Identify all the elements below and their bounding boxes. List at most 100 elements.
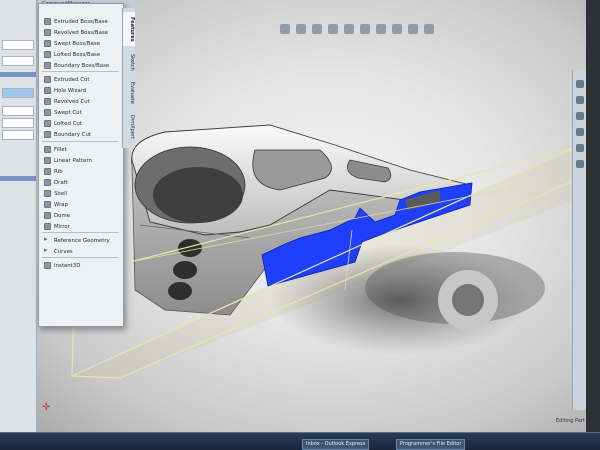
menu-item[interactable]: Linear Pattern bbox=[44, 156, 92, 165]
scene-icon[interactable] bbox=[408, 24, 418, 34]
feature-icon bbox=[44, 29, 51, 36]
monitor-bezel bbox=[586, 0, 600, 450]
tab-dimxpert[interactable]: DimXpert bbox=[123, 110, 135, 144]
hide-show-icon[interactable] bbox=[376, 24, 386, 34]
menu-item-label: Reference Geometry bbox=[54, 237, 110, 244]
menu-item-label: Linear Pattern bbox=[54, 157, 92, 164]
property-field[interactable] bbox=[2, 130, 34, 140]
property-field[interactable] bbox=[2, 40, 34, 50]
menu-item[interactable]: Curves bbox=[44, 246, 73, 256]
menu-item-label: Rib bbox=[54, 168, 63, 175]
bolt-hole bbox=[173, 261, 197, 279]
feature-icon bbox=[44, 168, 51, 175]
menu-item-label: Instant3D bbox=[54, 262, 81, 269]
display-style-icon[interactable] bbox=[360, 24, 370, 34]
feature-icon bbox=[44, 18, 51, 25]
tab-features[interactable]: Features bbox=[123, 12, 135, 46]
menu-item[interactable]: Extruded Boss/Base bbox=[44, 17, 108, 26]
menu-divider bbox=[42, 257, 118, 258]
menu-item[interactable]: Dome bbox=[44, 211, 70, 220]
feature-icon bbox=[44, 262, 51, 269]
feature-icon bbox=[44, 201, 51, 208]
home-icon[interactable] bbox=[576, 80, 584, 88]
feature-icon bbox=[44, 40, 51, 47]
view-palette-icon[interactable] bbox=[576, 128, 584, 136]
tab-evaluate[interactable]: Evaluate bbox=[123, 78, 135, 108]
menu-item-label: Lofted Boss/Base bbox=[54, 51, 101, 58]
menu-item[interactable]: Lofted Boss/Base bbox=[44, 50, 100, 59]
menu-item[interactable]: Boundary Cut bbox=[44, 130, 91, 139]
menu-item-label: Revolved Cut bbox=[54, 98, 90, 105]
menu-item[interactable]: Revolved Boss/Base bbox=[44, 28, 108, 37]
menu-item-label: Mirror bbox=[54, 223, 70, 230]
zoom-fit-icon[interactable] bbox=[280, 24, 290, 34]
windows-taskbar bbox=[0, 432, 600, 450]
menu-item[interactable]: Revolved Cut bbox=[44, 97, 90, 106]
feature-icon bbox=[44, 190, 51, 197]
menu-item-label: Revolved Boss/Base bbox=[54, 29, 109, 36]
menu-item[interactable]: Shell bbox=[44, 189, 67, 198]
part-shadow bbox=[452, 284, 484, 316]
design-library-icon[interactable] bbox=[576, 96, 584, 104]
file-explorer-icon[interactable] bbox=[576, 112, 584, 120]
feature-icon bbox=[44, 131, 51, 138]
menu-item[interactable]: Reference Geometry bbox=[44, 235, 110, 245]
property-field[interactable] bbox=[2, 56, 34, 66]
panel-section-header[interactable] bbox=[0, 176, 36, 181]
menu-item-label: Swept Boss/Base bbox=[54, 40, 100, 47]
clamp-bore bbox=[153, 167, 243, 223]
appearances-icon[interactable] bbox=[576, 144, 584, 152]
task-pane-tabs bbox=[572, 70, 587, 410]
menu-item-label: Shell bbox=[54, 190, 68, 197]
menu-item-label: Boundary Cut bbox=[54, 131, 91, 138]
menu-item[interactable]: Hole Wizard bbox=[44, 86, 86, 95]
feature-icon bbox=[44, 87, 51, 94]
menu-item[interactable]: Instant3D bbox=[44, 261, 80, 270]
menu-item[interactable]: Wrap bbox=[44, 200, 68, 209]
feature-icon bbox=[44, 246, 51, 255]
menu-item[interactable]: Swept Boss/Base bbox=[44, 39, 100, 48]
menu-item[interactable]: Draft bbox=[44, 178, 68, 187]
menu-item-label: Extruded Boss/Base bbox=[54, 18, 108, 25]
edit-appearance-icon[interactable] bbox=[392, 24, 402, 34]
menu-item[interactable]: Swept Cut bbox=[44, 108, 82, 117]
feature-icon bbox=[44, 109, 51, 116]
command-manager-tabs: Features Sketch Evaluate DimXpert bbox=[122, 8, 135, 148]
feature-icon bbox=[44, 51, 51, 58]
property-field[interactable] bbox=[2, 118, 34, 128]
property-field[interactable] bbox=[2, 88, 34, 98]
menu-item[interactable]: Rib bbox=[44, 167, 63, 176]
menu-item[interactable]: Boundary Boss/Base bbox=[44, 61, 109, 70]
section-view-icon[interactable] bbox=[328, 24, 338, 34]
menu-item[interactable]: Lofted Cut bbox=[44, 119, 82, 128]
custom-properties-icon[interactable] bbox=[576, 160, 584, 168]
menu-item[interactable]: Fillet bbox=[44, 145, 67, 154]
panel-section-header[interactable] bbox=[0, 72, 36, 77]
taskbar-item-outlook[interactable]: Inbox - Outlook Express bbox=[302, 439, 370, 450]
previous-view-icon[interactable] bbox=[312, 24, 322, 34]
view-settings-icon[interactable] bbox=[424, 24, 434, 34]
feature-icon bbox=[44, 146, 51, 153]
feature-icon bbox=[44, 179, 51, 186]
menu-item-label: Hole Wizard bbox=[54, 87, 87, 94]
zoom-area-icon[interactable] bbox=[296, 24, 306, 34]
menu-item[interactable]: Extruded Cut bbox=[44, 75, 90, 84]
menu-item[interactable]: Mirror bbox=[44, 222, 70, 231]
axis-triad-icon: ✛ bbox=[42, 402, 51, 413]
feature-icon bbox=[44, 76, 51, 83]
menu-item-label: Dome bbox=[54, 212, 71, 219]
menu-divider bbox=[42, 141, 118, 142]
menu-item-label: Boundary Boss/Base bbox=[54, 62, 110, 69]
menu-item-label: Curves bbox=[54, 248, 73, 255]
tab-sketch[interactable]: Sketch bbox=[123, 48, 135, 76]
view-orientation-icon[interactable] bbox=[344, 24, 354, 34]
cad-viewport[interactable]: CommandManager Extruded Boss/BaseRevolve… bbox=[0, 0, 600, 450]
feature-icon bbox=[44, 223, 51, 230]
menu-divider bbox=[42, 232, 118, 233]
taskbar-item-file-editor[interactable]: Programmer's File Editor bbox=[396, 439, 466, 450]
feature-icon bbox=[44, 157, 51, 164]
property-field[interactable] bbox=[2, 106, 34, 116]
feature-icon bbox=[44, 98, 51, 105]
feature-icon bbox=[44, 120, 51, 127]
menu-item-label: Swept Cut bbox=[54, 109, 82, 116]
